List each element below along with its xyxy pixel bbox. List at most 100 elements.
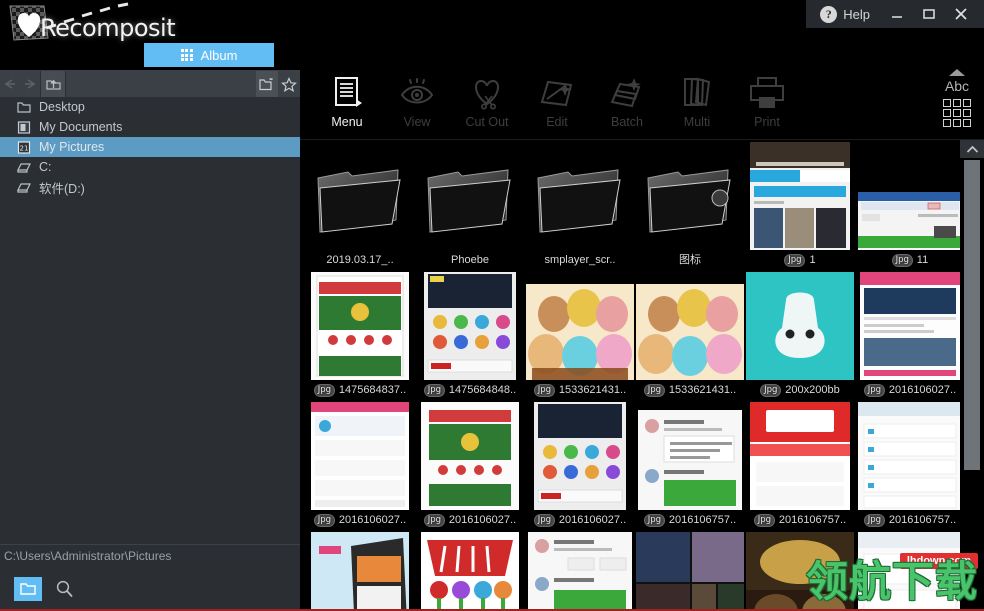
image-thumbnail: [415, 400, 525, 510]
pinkbao-red: [750, 402, 850, 510]
vertical-scrollbar[interactable]: [960, 140, 984, 611]
item-caption: Jpg 1533621431..: [533, 380, 626, 400]
sidebar-item-my-pictures[interactable]: 21 My Pictures: [0, 137, 300, 157]
arrow-left-icon: [4, 79, 15, 89]
minimize-button[interactable]: [882, 0, 912, 28]
grid-item-image[interactable]: Jpg 1: [745, 140, 855, 270]
image-thumbnail: [305, 530, 415, 611]
sidebar-item-drive-d[interactable]: 软件(D:): [0, 177, 300, 197]
help-button[interactable]: ? Help: [820, 0, 880, 28]
grid-item-image[interactable]: Jpg 1533621431..: [635, 270, 745, 400]
grid-large-icon[interactable]: [943, 99, 971, 127]
close-button[interactable]: [946, 0, 976, 28]
image-thumbnail: [415, 270, 525, 380]
item-caption: Jpg 200x200bb: [760, 380, 840, 400]
tool-batch[interactable]: Batch: [592, 65, 662, 137]
grid-item-image[interactable]: Jpg 2016106027..: [415, 400, 525, 530]
tool-multi[interactable]: Multi: [662, 65, 732, 137]
jpg-badge: Jpg: [784, 253, 806, 267]
star-icon: [281, 76, 297, 92]
scroll-up-button[interactable]: [960, 140, 984, 158]
grid-item-folder[interactable]: 2019.03.17_..: [305, 140, 415, 270]
minimize-icon: [892, 16, 902, 18]
app-logo: Recomposit: [4, 2, 176, 44]
forward-button[interactable]: [20, 71, 40, 97]
help-label: Help: [843, 6, 870, 22]
grid-item-image[interactable]: Jpg 2016106757..: [855, 400, 960, 530]
tool-edit[interactable]: Edit: [522, 65, 592, 137]
sidebar-item-label: My Pictures: [39, 140, 105, 154]
back-button[interactable]: [0, 71, 20, 97]
tool-cut-out[interactable]: Cut Out: [452, 65, 522, 137]
tool-menu[interactable]: Menu: [312, 65, 382, 137]
open-folder-button[interactable]: [14, 576, 42, 601]
item-label: 1475684848..: [448, 384, 517, 396]
item-label: smplayer_scr..: [544, 254, 616, 266]
grid-item-image[interactable]: Jpg 1533621431..: [525, 270, 635, 400]
scrollbar-thumb[interactable]: [964, 160, 980, 470]
folder-tree: Desktop My Documents 21 My Pictures C: 软…: [0, 97, 300, 197]
item-label: 2016106027..: [338, 514, 407, 526]
eye-icon: [397, 72, 437, 114]
folder-thumbnail: [525, 140, 635, 250]
jpg-badge: Jpg: [313, 513, 335, 527]
grid-item-image[interactable]: Jpg 2016106027..: [525, 400, 635, 530]
grid-item-image[interactable]: [525, 530, 635, 611]
close-icon: [955, 8, 967, 20]
sidebar-item-my-documents[interactable]: My Documents: [0, 117, 300, 137]
grid-item-image[interactable]: [855, 530, 960, 611]
item-label: 1475684837..: [338, 384, 407, 396]
sort-label[interactable]: Abc: [945, 78, 969, 94]
up-button[interactable]: [40, 71, 66, 97]
album-button[interactable]: Album: [144, 43, 274, 67]
maximize-button[interactable]: [914, 0, 944, 28]
grid-item-image[interactable]: Jpg 1475684837..: [305, 270, 415, 400]
white-ui: [858, 532, 960, 611]
folder-icon: [16, 100, 32, 114]
grid-item-image[interactable]: [635, 530, 745, 611]
grid-item-image[interactable]: Jpg 2016106027..: [305, 400, 415, 530]
phone-green: [421, 402, 519, 510]
grid-item-image[interactable]: Jpg 1475684848..: [415, 270, 525, 400]
thumbnail-grid[interactable]: 2019.03.17_.. Phoebe smplayer_scr.. 图标 J…: [300, 140, 960, 611]
sidebar-item-drive-c[interactable]: C:: [0, 157, 300, 177]
grid-item-image[interactable]: Jpg 2016106757..: [635, 400, 745, 530]
item-label: 2016106757..: [778, 514, 847, 526]
tool-view[interactable]: View: [382, 65, 452, 137]
image-thumbnail: [745, 140, 855, 250]
triangle-up-icon[interactable]: [949, 69, 965, 76]
grid-item-folder[interactable]: 图标: [635, 140, 745, 270]
chat-green: [528, 532, 632, 611]
grid-item-folder[interactable]: smplayer_scr..: [525, 140, 635, 270]
image-thumbnail: [855, 140, 960, 250]
grid-item-image[interactable]: 售: [415, 530, 525, 611]
folder-icon: [317, 169, 401, 233]
search-button[interactable]: [52, 577, 76, 601]
tool-print[interactable]: Print: [732, 65, 802, 137]
address-input[interactable]: [66, 71, 256, 97]
sidebar-item-desktop[interactable]: Desktop: [0, 97, 300, 117]
grid-item-folder[interactable]: Phoebe: [415, 140, 525, 270]
grid-row: 售: [300, 530, 960, 611]
grid-row: 2019.03.17_.. Phoebe smplayer_scr.. 图标 J…: [300, 140, 960, 270]
item-caption: Jpg 1475684848..: [423, 380, 517, 400]
item-label: 2016106027..: [448, 514, 517, 526]
grid-item-image[interactable]: Jpg 2016106027..: [855, 270, 960, 400]
grid-item-image[interactable]: Jpg 200x200bb: [745, 270, 855, 400]
pictures-icon: 21: [16, 140, 32, 154]
grid-row: Jpg 2016106027.. Jpg 2016106027.. Jpg 20…: [300, 400, 960, 530]
image-thumbnail: [745, 270, 855, 380]
grid-item-image[interactable]: [745, 530, 855, 611]
jpg-badge: Jpg: [643, 383, 665, 397]
grid-item-image[interactable]: [305, 530, 415, 611]
chat-white: [638, 410, 742, 510]
folder-thumbnail: [415, 140, 525, 250]
image-thumbnail: [305, 400, 415, 510]
grid-item-image[interactable]: Jpg 2016106757..: [745, 400, 855, 530]
jpg-badge: Jpg: [533, 383, 555, 397]
item-caption: Jpg 2016106027..: [423, 510, 517, 530]
favorite-button[interactable]: [278, 71, 300, 97]
new-folder-button[interactable]: [256, 71, 278, 97]
question-circle-icon: ?: [820, 5, 838, 23]
grid-item-image[interactable]: Jpg 11: [855, 140, 960, 270]
